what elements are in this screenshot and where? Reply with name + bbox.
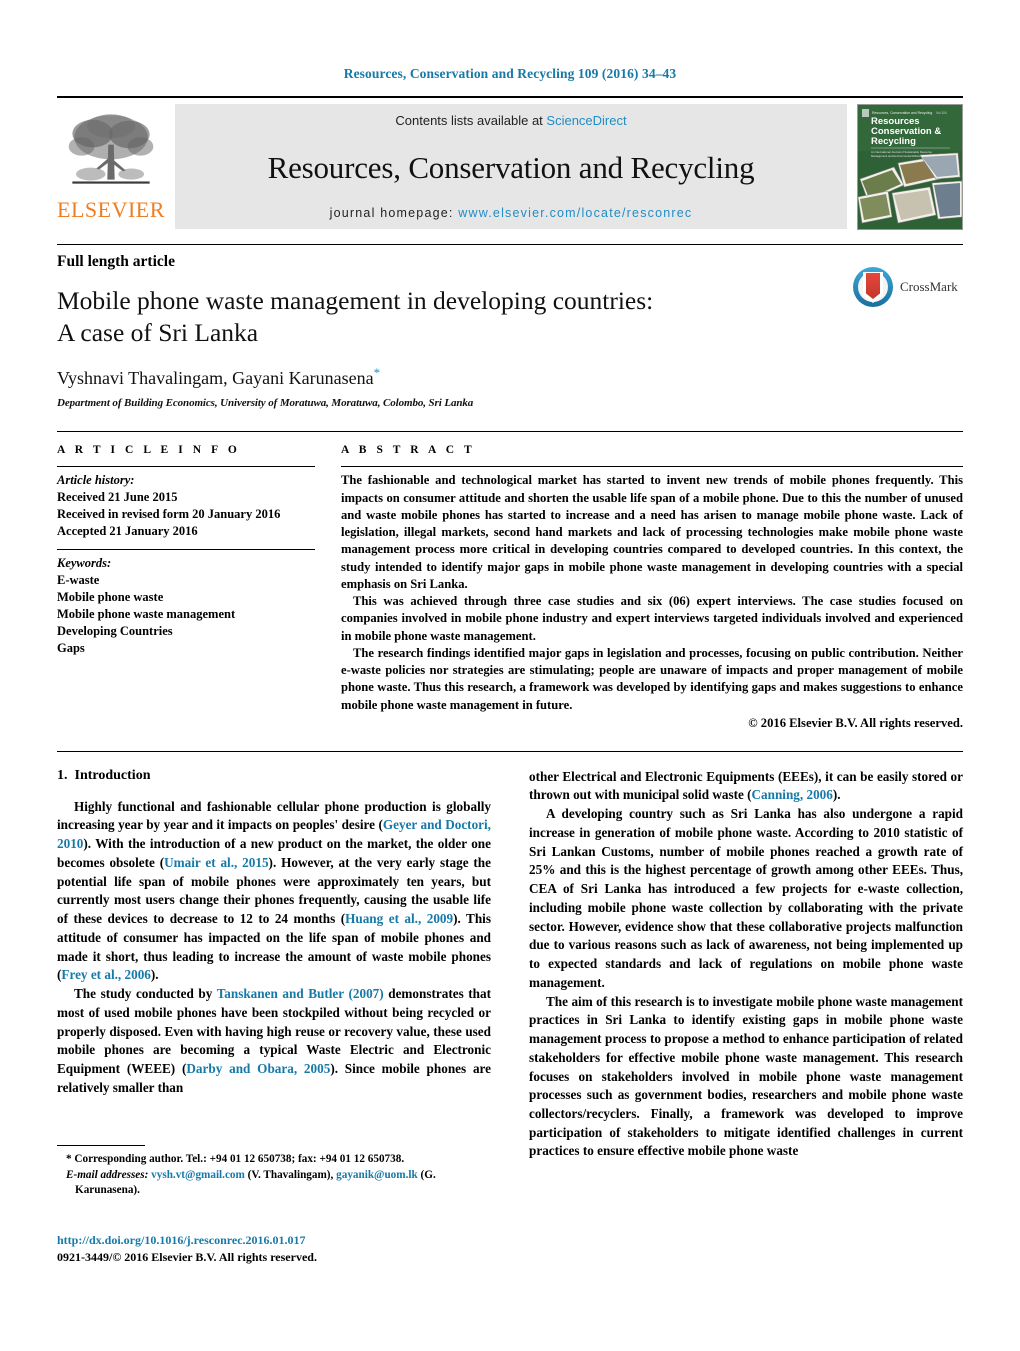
crossmark-badge[interactable]: CrossMark	[851, 265, 963, 309]
homepage-prefix: journal homepage:	[329, 206, 459, 220]
contents-available-line: Contents lists available at ScienceDirec…	[395, 113, 626, 128]
citation-link[interactable]: Umair et al., 2015	[164, 855, 268, 870]
title-block: Full length article Mobile phone waste m…	[57, 253, 963, 409]
corresponding-author-text: Corresponding author. Tel.: +94 01 12 65…	[74, 1153, 405, 1165]
journal-cover-art: Resources, Conservation and Recycling Vo…	[858, 105, 962, 229]
footnote-divider	[57, 1145, 145, 1146]
issn-copyright-line: 0921-3449/© 2016 Elsevier B.V. All right…	[57, 1249, 317, 1264]
journal-homepage-link[interactable]: www.elsevier.com/locate/resconrec	[458, 206, 692, 220]
title-line-2: A case of Sri Lanka	[57, 318, 259, 348]
sciencedirect-link[interactable]: ScienceDirect	[546, 113, 626, 128]
title-divider	[57, 244, 963, 245]
body-columns: 1. Introduction Highly functional and fa…	[57, 768, 963, 1161]
corresponding-author-footnote: * Corresponding author. Tel.: +94 01 12 …	[57, 1152, 475, 1168]
history-accepted: Accepted 21 January 2016	[57, 523, 198, 538]
journal-homepage-line: journal homepage: www.elsevier.com/locat…	[330, 206, 693, 220]
email-link-1[interactable]: vysh.vt@gmail.com	[151, 1169, 245, 1181]
elsevier-logo: ELSEVIER	[57, 104, 165, 221]
corresponding-author-marker[interactable]: *	[374, 365, 381, 380]
abstract-column: A B S T R A C T The fashionable and tech…	[341, 444, 963, 731]
doi-block: http://dx.doi.org/10.1016/j.resconrec.20…	[57, 1232, 487, 1266]
abstract-heading: A B S T R A C T	[341, 444, 476, 457]
article-info-rule	[57, 466, 315, 468]
article-info-column: A R T I C L E I N F O Article history: R…	[57, 444, 315, 731]
svg-text:Vol 104: Vol 104	[936, 111, 947, 115]
keyword-item: Developing Countries	[57, 624, 173, 638]
journal-masthead: ELSEVIER Contents lists available at Sci…	[57, 96, 963, 234]
elsevier-wordmark: ELSEVIER	[57, 197, 165, 222]
affiliation: Department of Building Economics, Univer…	[57, 397, 474, 410]
article-page: Resources, Conservation and Recycling 10…	[0, 0, 1020, 1351]
abstract-paragraph: The research findings identified major g…	[341, 645, 963, 712]
intro-paragraph-4: A developing country such as Sri Lanka h…	[529, 806, 963, 990]
svg-text:Management and Environmental E: Management and Environmental Efficiency	[871, 154, 925, 158]
svg-text:Recycling: Recycling	[871, 136, 916, 147]
info-abstract-wrapper: A R T I C L E I N F O Article history: R…	[57, 444, 963, 731]
crossmark-label: CrossMark	[900, 279, 958, 294]
abstract-copyright: © 2016 Elsevier B.V. All rights reserved…	[748, 715, 963, 730]
elsevier-tree-icon	[68, 114, 154, 184]
body-column-left: 1. Introduction Highly functional and fa…	[57, 768, 491, 1161]
title-line-1: Mobile phone waste management in develop…	[57, 286, 654, 315]
citation-link[interactable]: Geyer and Doctori, 2010	[57, 817, 491, 851]
keyword-item: Mobile phone waste management	[57, 606, 236, 621]
keywords-rule	[57, 548, 315, 550]
keywords-label: Keywords:	[57, 555, 112, 570]
svg-text:Resources, Conservation and Re: Resources, Conservation and Recycling	[872, 111, 932, 115]
section-title-text: Introduction	[74, 767, 151, 783]
intro-paragraph-2: The study conducted by Tanskanen and But…	[57, 986, 492, 1095]
keyword-item: E-waste	[57, 572, 100, 587]
article-info-heading: A R T I C L E I N F O	[57, 444, 241, 457]
keyword-item: Mobile phone waste	[57, 589, 164, 604]
info-divider	[57, 431, 963, 433]
email-label: E-mail addresses:	[66, 1168, 149, 1181]
journal-cover-thumbnail: Resources, Conservation and Recycling Vo…	[857, 104, 963, 230]
intro-paragraph-5: The aim of this research is to investiga…	[529, 993, 963, 1159]
email-link-2[interactable]: gayanik@uom.lk	[336, 1169, 418, 1181]
history-revised: Received in revised form 20 January 2016	[57, 507, 281, 521]
citation-link[interactable]: Canning, 2006	[752, 787, 833, 802]
body-column-right: other Electrical and Electronic Equipmen…	[529, 768, 963, 1161]
footnote-marker: *	[66, 1153, 72, 1165]
section-number: 1.	[57, 767, 68, 783]
journal-title: Resources, Conservation and Recycling	[267, 149, 755, 185]
contents-prefix: Contents lists available at	[395, 113, 547, 128]
footnote-area: * Corresponding author. Tel.: +94 01 12 …	[57, 1145, 475, 1199]
abstract-paragraph: The fashionable and technological market…	[341, 473, 963, 591]
history-received: Received 21 June 2015	[57, 490, 178, 505]
citation-link[interactable]: Tanskanen and Butler (2007)	[217, 986, 384, 1001]
author-list: Vyshnavi Thavalingam, Gayani Karunasena*	[57, 365, 963, 389]
citation-link[interactable]: Huang et al., 2009	[345, 911, 453, 926]
crossmark-icon	[853, 267, 893, 307]
email-footnote: E-mail addresses: vysh.vt@gmail.com (V. …	[66, 1168, 436, 1197]
intro-paragraph-1: Highly functional and fashionable cellul…	[57, 798, 491, 983]
email-owner-1: (V. Thavalingam)	[247, 1168, 331, 1181]
abstract-rule	[341, 466, 963, 468]
author-names: Vyshnavi Thavalingam, Gayani Karunasena	[57, 368, 374, 389]
citation-link[interactable]: Darby and Obara, 2005	[186, 1061, 330, 1076]
section-heading-introduction: 1. Introduction	[57, 768, 491, 784]
doi-link[interactable]: http://dx.doi.org/10.1016/j.resconrec.20…	[57, 1232, 487, 1249]
intro-paragraph-3: other Electrical and Electronic Equipmen…	[529, 768, 963, 803]
masthead-center-panel: Contents lists available at ScienceDirec…	[175, 104, 847, 229]
page-title: Mobile phone waste management in develop…	[57, 285, 757, 349]
body-divider	[57, 750, 963, 752]
citation-link[interactable]: Frey et al., 2006	[61, 967, 150, 982]
abstract-paragraph: This was achieved through three case stu…	[341, 594, 963, 643]
article-history-label: Article history:	[57, 473, 135, 488]
article-type-kicker: Full length article	[57, 253, 175, 270]
running-head: Resources, Conservation and Recycling 10…	[343, 66, 677, 81]
keyword-item: Gaps	[57, 641, 85, 656]
